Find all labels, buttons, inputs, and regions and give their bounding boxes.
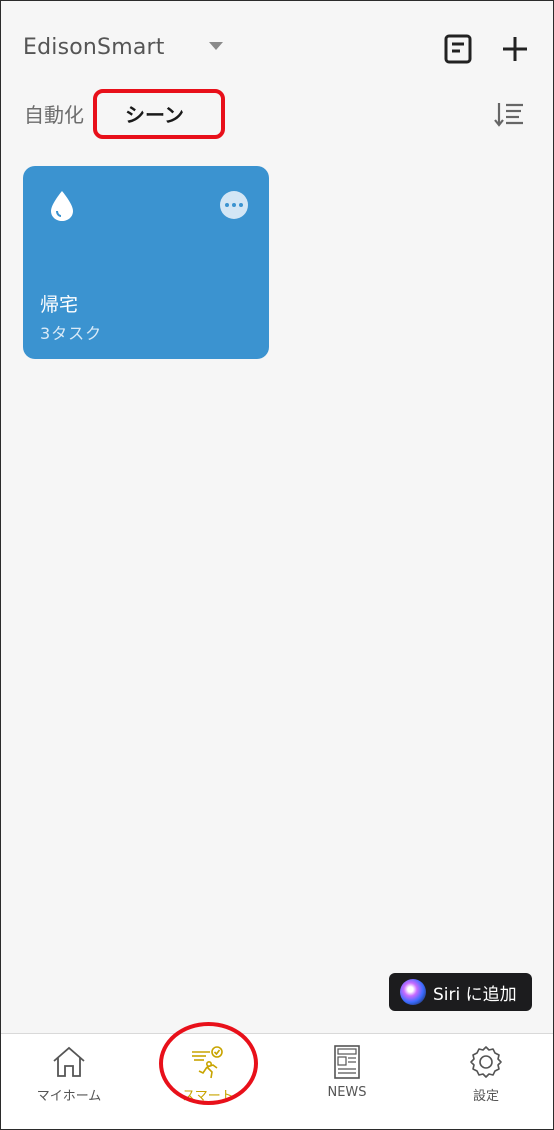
water-drop-icon — [51, 191, 73, 221]
dot — [225, 203, 229, 207]
tab-smart[interactable]: スマート — [148, 1034, 268, 1129]
home-name: EdisonSmart — [23, 35, 165, 60]
document-icon — [444, 34, 472, 64]
plus-icon — [503, 37, 527, 61]
tab-label: 設定 — [472, 1089, 499, 1104]
dot — [239, 203, 243, 207]
tab-news[interactable]: NEWS — [287, 1034, 407, 1129]
tab-settings[interactable]: 設定 — [426, 1034, 546, 1129]
tab-my-home[interactable]: マイホーム — [9, 1034, 129, 1129]
add-to-siri-button[interactable]: Siri に追加 — [389, 973, 532, 1011]
home-icon — [53, 1046, 85, 1077]
smart-icon — [192, 1046, 223, 1079]
tab-label: NEWS — [327, 1085, 367, 1100]
scene-card[interactable]: 帰宅 3タスク — [23, 166, 269, 359]
tab-automation[interactable]: 自動化 — [24, 99, 84, 128]
home-selector[interactable]: EdisonSmart — [23, 35, 223, 60]
news-icon — [334, 1045, 360, 1079]
app-screen: EdisonSmart 自動化 シーン 帰宅 3タスク Siri に追加 マイホ… — [0, 0, 554, 1130]
scene-task-count: 3タスク — [40, 324, 103, 343]
scene-title: 帰宅 — [40, 294, 79, 316]
siri-icon — [400, 979, 426, 1005]
siri-label: Siri に追加 — [433, 984, 517, 1005]
log-button[interactable] — [440, 31, 476, 67]
sort-button[interactable] — [491, 97, 527, 133]
dot — [232, 203, 236, 207]
bottom-tab-bar: マイホーム スマート NEWS 設定 — [1, 1033, 553, 1129]
tab-label: スマート — [182, 1089, 234, 1104]
gear-icon — [470, 1046, 502, 1078]
sort-icon — [494, 103, 523, 127]
add-button[interactable] — [497, 31, 533, 67]
more-options-button[interactable] — [220, 191, 248, 219]
caret-down-icon — [208, 41, 223, 50]
tab-label: マイホーム — [36, 1089, 102, 1104]
tab-scene[interactable]: シーン — [125, 99, 184, 128]
